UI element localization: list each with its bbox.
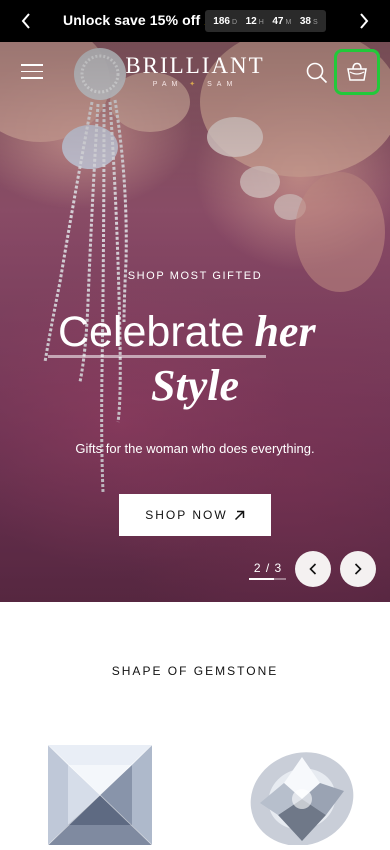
shop-now-label: SHOP NOW: [145, 508, 228, 522]
headline-underline: [48, 355, 266, 358]
hamburger-menu-icon[interactable]: [21, 64, 43, 80]
logo-subtitle: PAM ✦ SAM: [152, 81, 238, 88]
announcement-text: Unlock save 15% off: [63, 12, 201, 28]
hero-headline-line1: Celebrate her: [58, 307, 316, 356]
shop-now-button[interactable]: SHOP NOW: [119, 494, 271, 536]
princess-cut-gem-image[interactable]: [46, 735, 154, 846]
countdown-hours: 12 H: [245, 15, 264, 27]
hero-eyebrow: SHOP MOST GIFTED: [127, 270, 263, 282]
chevron-left-icon: [309, 563, 317, 575]
shape-section-title: SHAPE OF GEMSTONE: [111, 664, 279, 678]
shopping-bag-button[interactable]: [334, 49, 380, 95]
countdown-seconds: 38 S: [299, 15, 318, 27]
search-icon[interactable]: [306, 62, 328, 84]
announcement-prev-arrow-icon[interactable]: [8, 0, 44, 42]
arrow-up-right-icon: [234, 510, 244, 520]
brand-logo[interactable]: BRILLIANT PAM ✦ SAM: [110, 53, 280, 89]
announcement-bar: Unlock save 15% off⚡ 186D 12H 47M 38S: [0, 0, 390, 42]
slide-pager: 2 / 3: [253, 561, 283, 575]
hero-headline-line2: Style: [151, 361, 239, 410]
announcement-message[interactable]: Unlock save 15% off⚡: [63, 12, 213, 29]
chevron-right-icon: [354, 563, 362, 575]
logo-star-icon: ✦: [189, 81, 201, 88]
announcement-next-arrow-icon[interactable]: [346, 0, 382, 42]
countdown-minutes: 47 M: [272, 15, 292, 27]
slide-prev-button[interactable]: [295, 551, 331, 587]
slide-next-button[interactable]: [340, 551, 376, 587]
slide-progress-bar: [249, 578, 286, 580]
shopping-bag-icon: [347, 62, 367, 81]
site-header: BRILLIANT PAM ✦ SAM: [0, 42, 390, 102]
countdown-days: 186 D: [213, 15, 238, 27]
countdown-timer: 186 D 12 H 47 M 38 S: [205, 10, 326, 32]
logo-name: BRILLIANT: [125, 53, 265, 78]
round-cut-gem-image[interactable]: [246, 743, 358, 846]
hero-subcopy: Gifts for the woman who does everything.: [75, 441, 315, 456]
